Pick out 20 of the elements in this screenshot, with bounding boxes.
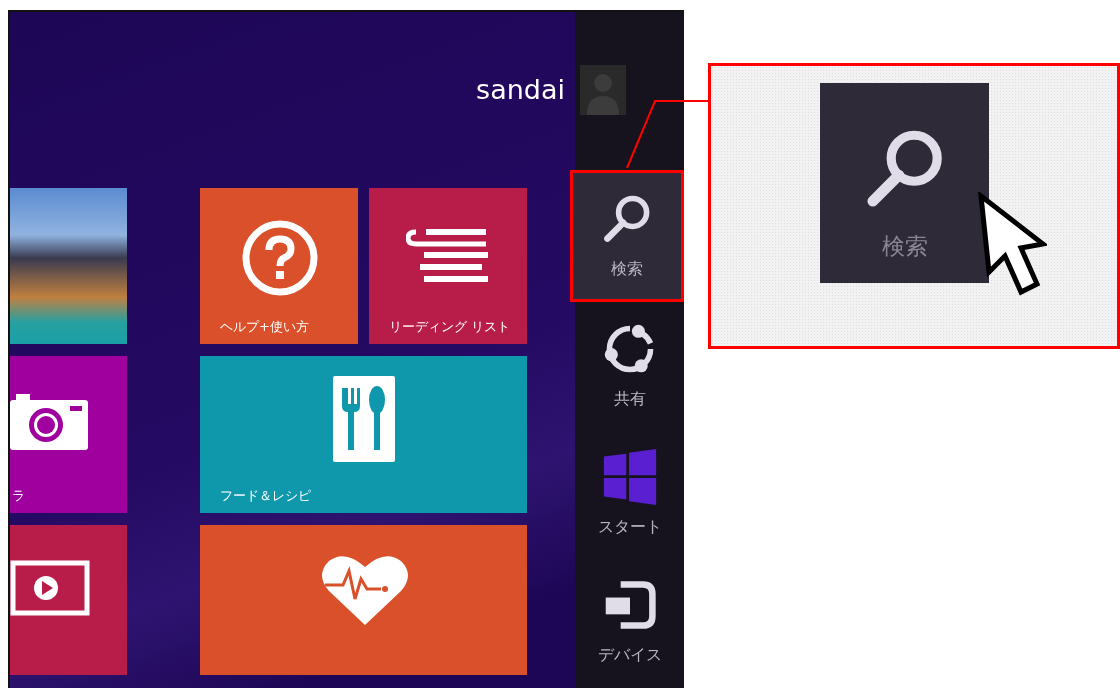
- user-name: sandai: [476, 74, 565, 107]
- video-player-icon: [10, 560, 90, 617]
- app-tile[interactable]: リーディング リスト: [369, 188, 527, 345]
- charm-button[interactable]: 検索: [570, 170, 685, 302]
- app-tile[interactable]: [10, 525, 127, 676]
- tile-label: ヘルプ+使い方: [220, 317, 309, 336]
- tile-label: フード＆レシピ: [220, 486, 311, 505]
- tile-label: ラ: [12, 486, 25, 505]
- charm-button[interactable]: 共有: [575, 302, 685, 430]
- photo-tile[interactable]: [10, 188, 127, 345]
- app-tile[interactable]: ヘルプ+使い方: [200, 188, 358, 345]
- charm-button[interactable]: デバイス: [575, 558, 685, 686]
- heart-with-pulse-icon: [321, 553, 409, 626]
- camera-icon: [10, 394, 90, 451]
- app-tile[interactable]: [200, 525, 527, 676]
- app-tile[interactable]: ラ: [10, 356, 127, 514]
- fork-and-spoon-icon: [333, 376, 395, 463]
- windows-logo-icon: [601, 449, 658, 505]
- tile-label: リーディング リスト: [389, 317, 511, 336]
- charm-button[interactable]: スタート: [575, 430, 685, 558]
